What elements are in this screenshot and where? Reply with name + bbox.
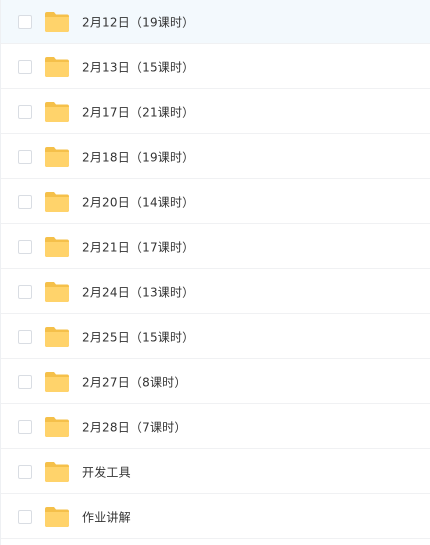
item-name: 2月18日（19课时）	[82, 150, 195, 164]
folder-icon	[45, 191, 69, 212]
item-name: 作业讲解	[82, 510, 131, 524]
list-item[interactable]: 2月12日（19课时）	[1, 0, 430, 44]
checkbox[interactable]	[18, 509, 32, 524]
folder-icon	[45, 281, 69, 302]
list-item[interactable]: 2月27日（8课时）	[1, 360, 430, 404]
folder-icon	[45, 236, 69, 257]
folder-icon	[45, 326, 69, 347]
item-name: 2月24日（13课时）	[82, 285, 195, 299]
item-name: 2月13日（15课时）	[82, 60, 195, 74]
checkbox[interactable]	[18, 104, 32, 119]
list-item[interactable]: 2月17日（21课时）	[1, 90, 430, 134]
folder-icon	[45, 146, 69, 167]
item-name: 2月21日（17课时）	[82, 240, 195, 254]
folder-icon	[45, 56, 69, 77]
list-item[interactable]: 2月24日（13课时）	[1, 270, 430, 314]
checkbox[interactable]	[18, 194, 32, 209]
list-item[interactable]: 2月25日（15课时）	[1, 315, 430, 359]
item-name: 2月25日（15课时）	[82, 330, 195, 344]
list-item[interactable]: 开发工具	[1, 450, 430, 494]
checkbox[interactable]	[18, 419, 32, 434]
checkbox[interactable]	[18, 149, 32, 164]
checkbox[interactable]	[18, 374, 32, 389]
checkbox[interactable]	[18, 464, 32, 479]
item-name: 2月12日（19课时）	[82, 15, 195, 29]
list-item[interactable]: 2月28日（7课时）	[1, 405, 430, 449]
list-item[interactable]: 2月13日（15课时）	[1, 45, 430, 89]
checkbox[interactable]	[18, 14, 32, 29]
folder-icon	[45, 416, 69, 437]
list-item[interactable]: 2月21日（17课时）	[1, 225, 430, 269]
item-name: 2月20日（14课时）	[82, 195, 195, 209]
item-name: 2月27日（8课时）	[82, 375, 187, 389]
item-name: 2月17日（21课时）	[82, 105, 195, 119]
folder-icon	[45, 371, 69, 392]
folder-icon	[45, 506, 69, 527]
folder-icon	[45, 11, 69, 32]
item-name: 2月28日（7课时）	[82, 420, 187, 434]
checkbox[interactable]	[18, 329, 32, 344]
file-list: 2月12日（19课时） 2月13日（15课时） 2月17日（21课时） 2月18…	[0, 0, 430, 545]
item-name: 开发工具	[82, 465, 131, 479]
list-item[interactable]: 作业讲解	[1, 495, 430, 539]
list-item[interactable]: 2月20日（14课时）	[1, 180, 430, 224]
folder-icon	[45, 101, 69, 122]
checkbox[interactable]	[18, 284, 32, 299]
folder-icon	[45, 461, 69, 482]
checkbox[interactable]	[18, 59, 32, 74]
checkbox[interactable]	[18, 239, 32, 254]
list-item[interactable]: 2月18日（19课时）	[1, 135, 430, 179]
